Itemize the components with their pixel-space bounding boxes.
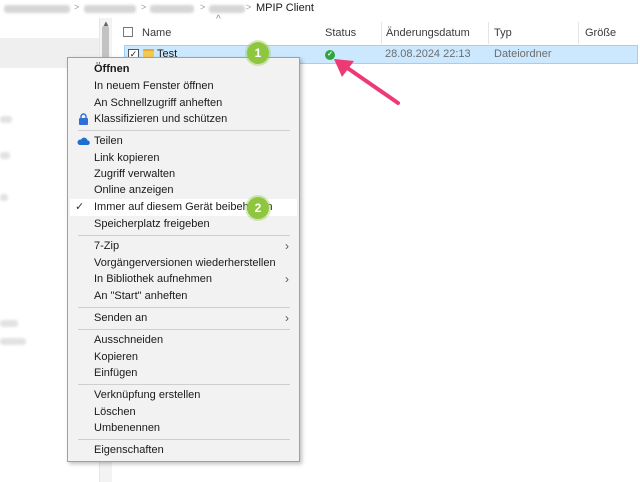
menu-item-send-to[interactable]: Senden an ›: [70, 310, 297, 327]
nav-blurred-item[interactable]: [0, 194, 8, 201]
menu-item-include-library[interactable]: In Bibliothek aufnehmen ›: [70, 271, 297, 288]
menu-item-label: Verknüpfung erstellen: [94, 389, 201, 401]
submenu-chevron-icon: ›: [285, 311, 289, 325]
column-header-size[interactable]: Größe: [579, 22, 640, 44]
breadcrumb-separator: >: [141, 2, 147, 12]
menu-separator: [78, 439, 290, 440]
menu-item-label: Kopieren: [94, 351, 139, 363]
menu-item-label: Klassifizieren und schützen: [94, 113, 228, 125]
menu-item-label: An "Start" anheften: [94, 290, 188, 302]
menu-item-paste[interactable]: Einfügen: [70, 365, 297, 382]
onedrive-cloud-icon: [77, 137, 90, 145]
menu-item-label: Umbenennen: [94, 422, 161, 434]
menu-item-cut[interactable]: Ausschneiden: [70, 332, 297, 349]
menu-separator: [78, 130, 290, 131]
menu-item-label: Öffnen: [94, 63, 130, 75]
breadcrumb-separator: >: [246, 2, 252, 12]
menu-item-free-up-space[interactable]: Speicherplatz freigeben: [70, 216, 297, 233]
menu-separator: [78, 384, 290, 385]
breadcrumb: > > > > MPIP Client: [0, 0, 640, 18]
menu-item-properties[interactable]: Eigenschaften: [70, 442, 297, 459]
menu-item-copy[interactable]: Kopieren: [70, 349, 297, 366]
menu-item-pin-quick-access[interactable]: An Schnellzugriff anheften: [70, 95, 297, 112]
menu-item-delete[interactable]: Löschen: [70, 404, 297, 421]
nav-blurred-item[interactable]: [0, 152, 10, 159]
menu-item-label: Immer auf diesem Gerät beibehalten: [94, 201, 273, 213]
column-header-date[interactable]: Änderungsdatum: [380, 22, 489, 44]
menu-item-manage-access[interactable]: Zugriff verwalten: [70, 166, 297, 183]
submenu-chevron-icon: ›: [285, 272, 289, 286]
nav-blurred-item[interactable]: [0, 320, 18, 327]
menu-item-view-online[interactable]: Online anzeigen: [70, 182, 297, 199]
breadcrumb-separator: >: [74, 2, 80, 12]
menu-item-label: Eigenschaften: [94, 444, 164, 456]
menu-item-copy-link[interactable]: Link kopieren: [70, 150, 297, 167]
menu-item-rename[interactable]: Umbenennen: [70, 420, 297, 437]
annotation-arrow-icon: [334, 59, 400, 105]
annotation-badge-2: 2: [247, 197, 269, 219]
menu-separator: [78, 307, 290, 308]
menu-item-label: Senden an: [94, 312, 148, 324]
column-header-status[interactable]: Status: [319, 22, 382, 44]
menu-item-pin-start[interactable]: An "Start" anheften: [70, 288, 297, 305]
breadcrumb-blurred-segment[interactable]: [209, 5, 245, 13]
breadcrumb-blurred-segment[interactable]: [4, 5, 70, 13]
menu-item-label: Löschen: [94, 406, 136, 418]
column-header-name[interactable]: Name: [136, 22, 322, 44]
breadcrumb-blurred-segment[interactable]: [84, 5, 136, 13]
menu-separator: [78, 329, 290, 330]
breadcrumb-separator: >: [200, 2, 206, 12]
menu-separator: [78, 235, 290, 236]
select-all-checkbox[interactable]: [123, 27, 133, 37]
column-header-type[interactable]: Typ: [488, 22, 579, 44]
menu-item-restore-versions[interactable]: Vorgängerversionen wiederherstellen: [70, 255, 297, 272]
menu-item-7zip[interactable]: 7-Zip ›: [70, 238, 297, 255]
menu-item-label: Zugriff verwalten: [94, 168, 176, 180]
nav-blurred-item[interactable]: [0, 338, 26, 345]
menu-item-label: Einfügen: [94, 367, 138, 379]
menu-item-label: Vorgängerversionen wiederherstellen: [94, 257, 276, 269]
menu-item-label: Teilen: [94, 135, 123, 147]
breadcrumb-blurred-segment[interactable]: [150, 5, 194, 13]
file-type: Dateiordner: [494, 48, 552, 60]
menu-item-label: 7-Zip: [94, 240, 120, 252]
nav-blurred-item[interactable]: [0, 116, 12, 123]
submenu-chevron-icon: ›: [285, 239, 289, 253]
menu-item-label: An Schnellzugriff anheften: [94, 97, 223, 109]
column-header-row: Name Status Änderungsdatum Typ Größe: [112, 22, 640, 44]
lock-icon: [79, 113, 88, 125]
menu-item-share[interactable]: Teilen: [70, 133, 297, 150]
menu-item-label: Online anzeigen: [94, 184, 174, 196]
breadcrumb-current[interactable]: MPIP Client: [256, 2, 314, 14]
menu-item-label: Link kopieren: [94, 152, 160, 164]
menu-item-label: In Bibliothek aufnehmen: [94, 273, 213, 285]
menu-item-create-shortcut[interactable]: Verknüpfung erstellen: [70, 387, 297, 404]
menu-item-label: Ausschneiden: [94, 334, 164, 346]
menu-item-label: Speicherplatz freigeben: [94, 218, 210, 230]
menu-item-open-new-window[interactable]: In neuem Fenster öffnen: [70, 78, 297, 95]
annotation-badge-1: 1: [247, 42, 269, 64]
menu-item-label: In neuem Fenster öffnen: [94, 80, 214, 92]
menu-item-open[interactable]: Öffnen: [70, 61, 297, 78]
checkmark-icon: ✓: [75, 201, 85, 213]
menu-item-classify-protect[interactable]: Klassifizieren und schützen: [70, 111, 297, 128]
context-menu: Öffnen In neuem Fenster öffnen An Schnel…: [67, 57, 300, 462]
